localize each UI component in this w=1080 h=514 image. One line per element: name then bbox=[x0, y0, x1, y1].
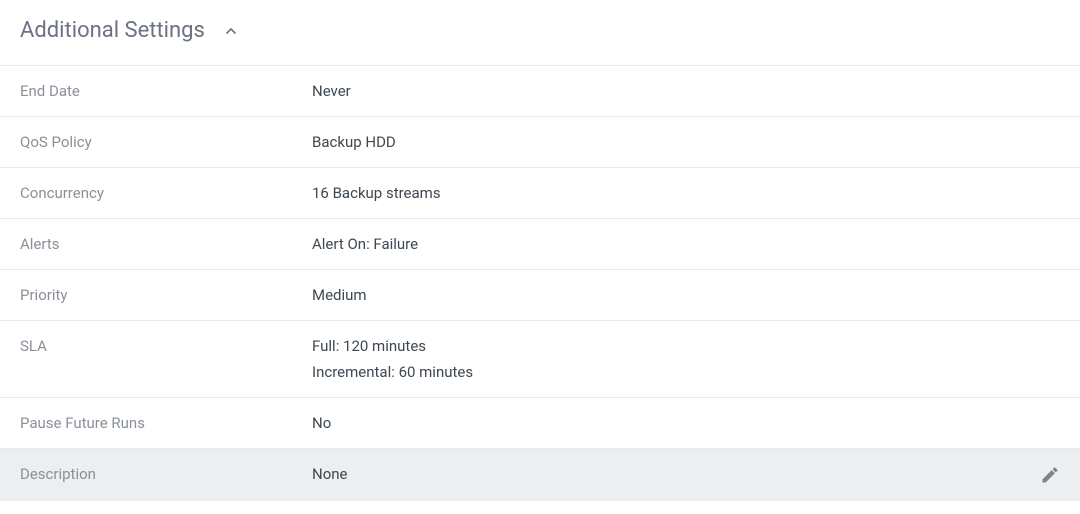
section-title: Additional Settings bbox=[20, 18, 205, 43]
value-concurrency: 16 Backup streams bbox=[312, 184, 1060, 202]
value-end-date: Never bbox=[312, 82, 1060, 100]
row-alerts: Alerts Alert On: Failure bbox=[0, 218, 1080, 269]
label-priority: Priority bbox=[20, 286, 312, 304]
row-description: Description None bbox=[0, 448, 1080, 501]
label-description: Description bbox=[20, 465, 312, 483]
label-alerts: Alerts bbox=[20, 235, 312, 253]
pencil-icon[interactable] bbox=[1040, 465, 1060, 485]
value-sla-incremental: Incremental: 60 minutes bbox=[312, 363, 1060, 381]
row-sla: SLA Full: 120 minutes Incremental: 60 mi… bbox=[0, 320, 1080, 397]
row-qos-policy: QoS Policy Backup HDD bbox=[0, 116, 1080, 167]
chevron-up-icon[interactable] bbox=[223, 23, 239, 39]
value-sla-full: Full: 120 minutes bbox=[312, 337, 1060, 355]
value-qos-policy: Backup HDD bbox=[312, 133, 1060, 151]
label-concurrency: Concurrency bbox=[20, 184, 312, 202]
label-pause-future-runs: Pause Future Runs bbox=[20, 414, 312, 432]
row-priority: Priority Medium bbox=[0, 269, 1080, 320]
label-qos-policy: QoS Policy bbox=[20, 133, 312, 151]
value-description: None bbox=[312, 465, 1040, 483]
row-concurrency: Concurrency 16 Backup streams bbox=[0, 167, 1080, 218]
row-end-date: End Date Never bbox=[0, 65, 1080, 116]
label-sla: SLA bbox=[20, 337, 312, 355]
row-pause-future-runs: Pause Future Runs No bbox=[0, 397, 1080, 448]
value-priority: Medium bbox=[312, 286, 1060, 304]
label-end-date: End Date bbox=[20, 82, 312, 100]
value-pause-future-runs: No bbox=[312, 414, 1060, 432]
value-alerts: Alert On: Failure bbox=[312, 235, 1060, 253]
value-sla: Full: 120 minutes Incremental: 60 minute… bbox=[312, 337, 1060, 381]
additional-settings-header[interactable]: Additional Settings bbox=[0, 0, 1080, 65]
